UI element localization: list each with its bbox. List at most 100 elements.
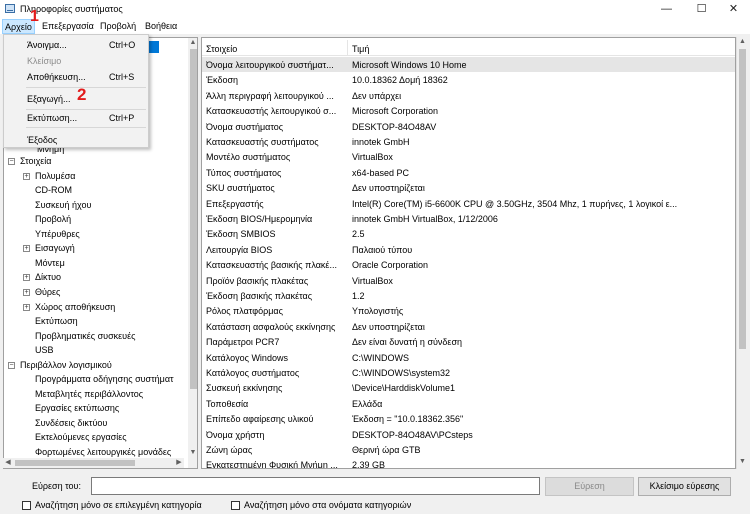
column-header-item[interactable]: Στοιχείο <box>206 44 237 54</box>
expand-icon[interactable]: + <box>23 172 30 180</box>
expand-icon[interactable]: + <box>23 303 30 311</box>
cell-item: Κατασκευαστής βασικής πλακέ... <box>206 260 337 271</box>
scroll-down-arrow-icon[interactable]: ▼ <box>188 448 197 458</box>
search-category-names-checkbox[interactable] <box>231 501 240 510</box>
column-header-value[interactable]: Τιμή <box>352 44 369 54</box>
table-row[interactable]: Ζώνη ώρας Θερινή ώρα GTB <box>202 442 735 457</box>
table-row[interactable]: Τύπος συστήματος x64-based PC <box>202 165 735 180</box>
table-row[interactable]: Άλλη περιγραφή λειτουργικού ... Δεν υπάρχ… <box>202 88 735 103</box>
tree-item[interactable]: USB <box>35 345 54 355</box>
tree-item[interactable]: Μεταβλητές περιβάλλοντος <box>35 389 143 399</box>
menu-print[interactable]: Εκτύπωση... Ctrl+P <box>4 109 148 126</box>
tree-vertical-scrollbar[interactable]: ▲ ▼ <box>188 38 197 468</box>
expand-icon[interactable]: + <box>23 288 30 296</box>
maximize-button[interactable]: ☐ <box>685 0 718 19</box>
table-row[interactable]: Επεξεργαστής Intel(R) Core(TM) i5-6600K C… <box>202 196 735 211</box>
table-row[interactable]: Λειτουργία BIOS Παλαιού τύπου <box>202 242 735 257</box>
table-row[interactable]: Εγκατεστημένη Φυσική Μνήμη ... 2,39 GB <box>202 457 735 468</box>
collapse-icon[interactable]: − <box>8 158 15 165</box>
menu-help[interactable]: Βοήθεια <box>145 21 177 31</box>
tree-item[interactable]: Εργασίες εκτύπωσης <box>35 403 119 413</box>
search-selected-category-checkbox[interactable] <box>22 501 31 510</box>
minimize-button[interactable]: — <box>650 0 683 19</box>
menu-open[interactable]: Άνοιγμα... Ctrl+O <box>4 36 148 53</box>
expand-icon[interactable]: + <box>23 274 30 282</box>
table-row[interactable]: Προϊόν βασικής πλακέτας VirtualBox <box>202 273 735 288</box>
tree-scroll-thumb[interactable] <box>190 49 197 389</box>
scroll-up-arrow-icon[interactable]: ▲ <box>737 37 748 47</box>
tree-item[interactable]: Συσκευή ήχου <box>35 200 91 210</box>
table-row[interactable]: SKU συστήματος Δεν υποστηρίζεται <box>202 180 735 195</box>
tree-item[interactable]: Συνδέσεις δικτύου <box>35 418 107 428</box>
tree-item[interactable]: Φορτωμένες λειτουργικές μονάδες <box>35 447 171 457</box>
tree-item[interactable]: Εκτύπωση <box>35 316 78 326</box>
table-row[interactable]: Ρόλος πλατφόρμας Υπολογιστής <box>202 303 735 318</box>
table-row[interactable]: Όνομα λειτουργικού συστήματ... Microsoft … <box>202 57 735 73</box>
cell-item: Τύπος συστήματος <box>206 167 282 178</box>
table-row[interactable]: Έκδοση BIOS/Ημερομηνία innotek GmbH Virtu… <box>202 211 735 226</box>
cell-value: 2.5 <box>352 229 365 240</box>
table-row[interactable]: Τοποθεσία Ελλάδα <box>202 396 735 411</box>
table-row[interactable]: Έκδοση βασικής πλακέτας 1.2 <box>202 288 735 303</box>
cell-value: 1.2 <box>352 291 365 301</box>
list-scroll-thumb[interactable] <box>739 49 746 349</box>
tree-item[interactable]: Προβληματικές συσκευές <box>35 331 135 341</box>
cell-value: DESKTOP-84O48AV <box>352 121 437 132</box>
table-row[interactable]: Συσκευή εκκίνησης \Device\HarddiskVolume1 <box>202 380 735 395</box>
table-row[interactable]: Όνομα χρήστη DESKTOP-84O48AV\PCsteps <box>202 427 735 442</box>
table-row[interactable]: Κατάλογος Windows C:\WINDOWS <box>202 350 735 365</box>
expand-icon[interactable]: + <box>23 245 30 253</box>
table-row[interactable]: Όνομα συστήματος DESKTOP-84O48AV <box>202 119 735 134</box>
scroll-left-arrow-icon[interactable]: ◀ <box>3 458 13 468</box>
menu-edit[interactable]: Επεξεργασία <box>42 21 94 31</box>
scroll-right-arrow-icon[interactable]: ▶ <box>174 458 184 468</box>
details-list[interactable]: Στοιχείο Τιμή Όνομα λειτουργικού συστήμα… <box>201 37 736 469</box>
table-row[interactable]: Έκδοση 10.0.18362 Δομή 18362 <box>202 72 735 87</box>
tree-item[interactable]: Εισαγωγή <box>35 243 75 253</box>
cell-value: 10.0.18362 Δομή 18362 <box>352 75 448 86</box>
tree-item[interactable]: Μόντεμ <box>35 258 65 268</box>
tree-item[interactable]: Προβολή <box>35 214 71 224</box>
tree-item[interactable]: Εκτελούμενες εργασίες <box>35 432 127 442</box>
column-divider[interactable] <box>347 40 348 56</box>
close-find-button[interactable]: Κλείσιμο εύρεσης <box>638 477 731 496</box>
system-info-app-icon <box>5 4 15 13</box>
tree-item[interactable]: Πολυμέσα <box>35 171 76 181</box>
cell-value: Δεν υποστηρίζεται <box>352 183 425 194</box>
table-row[interactable]: Κατάλογος συστήματος C:\WINDOWS\system32 <box>202 365 735 380</box>
tree-horizontal-scrollbar[interactable]: ◀ ▶ <box>3 458 184 468</box>
find-button[interactable]: Εύρεση <box>545 477 634 496</box>
scroll-up-arrow-icon[interactable]: ▲ <box>188 38 197 48</box>
table-row[interactable]: Επίπεδο αφαίρεσης υλικού Έκδοση = "10.0.1… <box>202 411 735 426</box>
menu-view[interactable]: Προβολή <box>100 21 136 31</box>
list-vertical-scrollbar[interactable]: ▲ ▼ <box>736 37 748 469</box>
table-row[interactable]: Κατασκευαστής λειτουργικού σ... Microsoft… <box>202 103 735 118</box>
tree-item[interactable]: Στοιχεία <box>20 156 52 166</box>
menu-export[interactable]: Εξαγωγή... <box>4 90 148 107</box>
collapse-icon[interactable]: − <box>8 361 15 369</box>
tree-item[interactable]: Δίκτυο <box>35 272 61 282</box>
table-row[interactable]: Κατάσταση ασφαλούς εκκίνησης Δεν υποστηρί… <box>202 319 735 334</box>
tree-item[interactable]: Περιβάλλον λογισμικού <box>20 360 112 370</box>
menu-close[interactable]: Κλείσιμο <box>4 52 148 69</box>
tree-item[interactable]: Χώρος αποθήκευση <box>35 302 115 312</box>
table-row[interactable]: Έκδοση SMBIOS 2.5 <box>202 226 735 241</box>
tree-hscroll-thumb[interactable] <box>15 460 135 466</box>
table-row[interactable]: Μοντέλο συστήματος VirtualBox <box>202 149 735 164</box>
tree-item[interactable]: Υπέρυθρες <box>35 229 80 239</box>
close-button[interactable]: ✕ <box>717 0 750 19</box>
table-row[interactable]: Κατασκευαστής βασικής πλακέ... Oracle Cor… <box>202 257 735 272</box>
scroll-down-arrow-icon[interactable]: ▼ <box>737 457 748 467</box>
menu-save-label: Αποθήκευση... <box>27 72 86 82</box>
cell-item: Ρόλος πλατφόρμας <box>206 306 283 317</box>
table-row[interactable]: Παράμετροι PCR7 Δεν είναι δυνατή η σύνδεσ… <box>202 334 735 349</box>
tree-item[interactable]: Προγράμματα οδήγησης συστήματ <box>35 374 174 384</box>
tree-item[interactable]: CD-ROM <box>35 185 72 195</box>
table-row[interactable]: Κατασκευαστής συστήματος innotek GmbH <box>202 134 735 149</box>
cell-value: Ελλάδα <box>352 398 383 409</box>
menu-exit[interactable]: Έξοδος <box>4 131 148 148</box>
find-input[interactable] <box>91 477 540 495</box>
tree-item[interactable]: Θύρες <box>35 287 60 297</box>
menu-save[interactable]: Αποθήκευση... Ctrl+S <box>4 68 148 85</box>
find-label: Εύρεση του: <box>32 481 81 491</box>
